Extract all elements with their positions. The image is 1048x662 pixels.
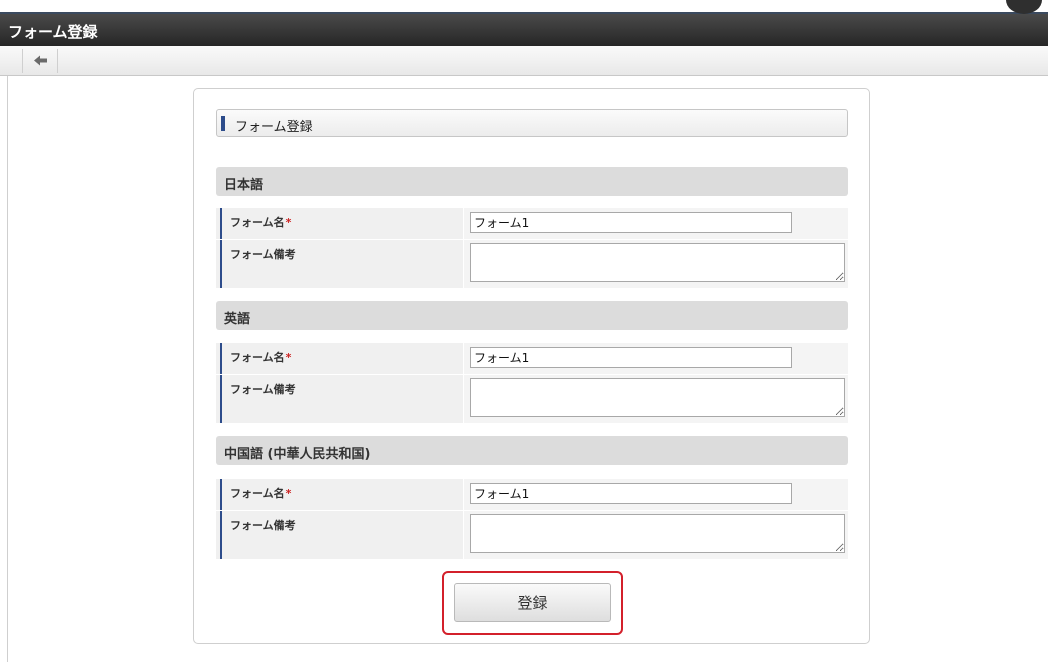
field-label: フォーム名 <box>230 216 285 229</box>
required-mark: * <box>285 351 292 364</box>
form-note-textarea-ja[interactable] <box>470 243 845 282</box>
field-label-accent <box>220 511 222 559</box>
field-label-form-note-ja: フォーム備考 <box>216 240 463 288</box>
register-button[interactable]: 登録 <box>454 583 611 622</box>
field-label-accent <box>220 208 222 239</box>
field-label-form-name-ja: フォーム名* <box>216 208 463 239</box>
required-mark: * <box>285 487 292 500</box>
language-header-ja: 日本語 <box>216 167 848 196</box>
arrow-left-icon <box>34 55 47 66</box>
section-title: フォーム登録 <box>216 109 848 137</box>
field-label: フォーム備考 <box>230 383 296 396</box>
required-mark: * <box>285 216 292 229</box>
toolbar <box>0 46 1048 76</box>
window-titlebar: フォーム登録 <box>0 14 1048 46</box>
back-button[interactable] <box>22 49 58 73</box>
form-panel: フォーム登録 日本語 フォーム名* フォーム備考 英語 フォーム名* フォーム備… <box>193 88 870 644</box>
submit-highlight: 登録 <box>442 571 623 635</box>
language-header-zh: 中国語 (中華人民共和国) <box>216 436 848 465</box>
section-title-accent <box>221 116 225 131</box>
field-label-form-note-zh: フォーム備考 <box>216 511 463 559</box>
form-name-input-zh[interactable] <box>470 483 792 504</box>
top-strip <box>0 0 1048 14</box>
field-label: フォーム備考 <box>230 519 296 532</box>
language-name: 中国語 (中華人民共和国) <box>224 447 371 462</box>
field-label-accent <box>220 479 222 510</box>
field-label-text: フォーム名* <box>230 349 291 365</box>
window-title: フォーム登録 <box>8 23 98 41</box>
section-title-text: フォーム登録 <box>235 120 313 135</box>
field-label-text: フォーム名* <box>230 214 291 230</box>
field-label-form-note-en: フォーム備考 <box>216 375 463 423</box>
form-note-textarea-zh[interactable] <box>470 514 845 553</box>
field-label: フォーム名 <box>230 351 285 364</box>
language-header-en: 英語 <box>216 301 848 330</box>
field-label-form-name-en: フォーム名* <box>216 343 463 374</box>
field-label-accent <box>220 240 222 288</box>
form-name-input-ja[interactable] <box>470 212 792 233</box>
field-label: フォーム備考 <box>230 248 296 261</box>
language-name: 英語 <box>224 312 251 327</box>
form-note-textarea-en[interactable] <box>470 378 845 417</box>
field-label: フォーム名 <box>230 487 285 500</box>
field-label-accent <box>220 343 222 374</box>
field-label-form-name-zh: フォーム名* <box>216 479 463 510</box>
left-divider <box>7 76 8 662</box>
language-name: 日本語 <box>224 178 264 193</box>
field-label-text: フォーム名* <box>230 485 291 501</box>
form-name-input-en[interactable] <box>470 347 792 368</box>
field-label-accent <box>220 375 222 423</box>
